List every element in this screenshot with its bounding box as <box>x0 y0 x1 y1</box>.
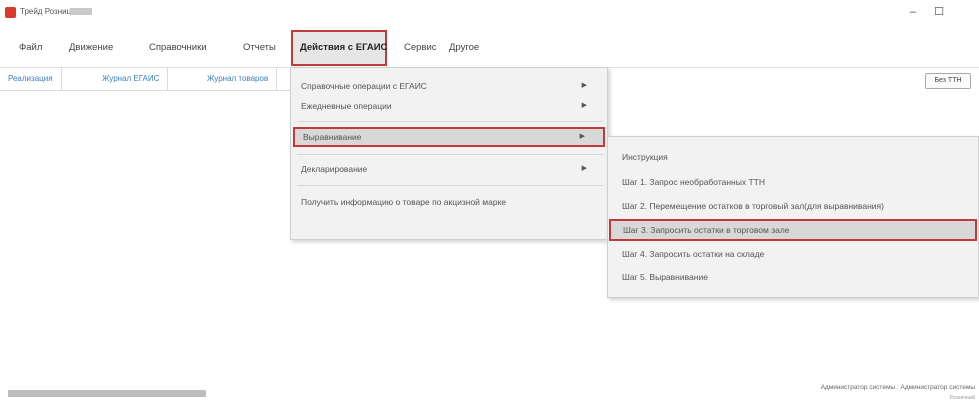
dropdown-item-excise-info[interactable]: Получить информацию о товаре по акцизной… <box>291 192 607 212</box>
dropdown-item-label: Декларирование <box>301 164 368 174</box>
title-redacted <box>70 8 92 15</box>
dropdown-item-label: Ежедневные операции <box>301 101 392 111</box>
app-logo-icon <box>5 7 16 18</box>
status-user: Администратор системы : Администратор си… <box>820 384 975 391</box>
chevron-right-icon: ▶ <box>581 165 587 172</box>
chevron-right-icon: ▶ <box>579 133 585 140</box>
menu-directories[interactable]: Справочники <box>149 30 207 66</box>
dropdown-item-daily-ops[interactable]: Ежедневные операции ▶ <box>291 96 607 116</box>
egais-dropdown-menu: Справочные операции с ЕГАИС ▶ Ежедневные… <box>290 67 608 240</box>
chevron-right-icon: ▶ <box>581 82 587 89</box>
tab-divider <box>0 90 290 91</box>
menu-movement[interactable]: Движение <box>69 30 113 66</box>
tab-egais-journal[interactable]: Журнал ЕГАИС <box>94 68 169 90</box>
menu-separator <box>297 185 603 186</box>
dropdown-item-label: Выравнивание <box>303 132 362 142</box>
tab-sales[interactable]: Реализация <box>0 68 62 90</box>
dropdown-item-alignment[interactable]: Выравнивание ▶ <box>293 127 605 147</box>
alignment-submenu: Инструкция Шаг 1. Запрос необработанных … <box>607 136 979 298</box>
dropdown-item-label: Справочные операции с ЕГАИС <box>301 81 427 91</box>
horizontal-scrollbar[interactable] <box>8 390 206 397</box>
menu-separator <box>297 154 603 155</box>
tab-goods-journal[interactable]: Журнал товаров <box>199 68 278 90</box>
chevron-right-icon: ▶ <box>581 102 587 109</box>
no-ttn-button[interactable]: Без ТТН <box>925 73 971 89</box>
submenu-item-step-1[interactable]: Шаг 1. Запрос необработанных ТТН <box>608 171 978 193</box>
menu-separator <box>297 121 603 122</box>
submenu-item-step-2[interactable]: Шаг 2. Перемещение остатков в торговый з… <box>608 195 978 217</box>
menu-bar: Файл Движение Справочники Отчеты Действи… <box>0 30 979 66</box>
submenu-item-step-5[interactable]: Шаг 5. Выравнивание <box>608 266 978 288</box>
submenu-item-step-4[interactable]: Шаг 4. Запросить остатки на складе <box>608 243 978 265</box>
status-extra: Розничный <box>949 395 975 401</box>
maximize-button[interactable]: ☐ <box>928 4 950 20</box>
window-title: Трейд Розница <box>20 7 76 16</box>
submenu-item-step-3[interactable]: Шаг 3. Запросить остатки в торговом зале <box>609 219 977 241</box>
dropdown-item-declaration[interactable]: Декларирование ▶ <box>291 159 607 179</box>
submenu-item-instruction[interactable]: Инструкция <box>608 146 978 168</box>
menu-reports[interactable]: Отчеты <box>243 30 276 66</box>
menu-file[interactable]: Файл <box>19 30 42 66</box>
menu-egais-actions[interactable]: Действия с ЕГАИС <box>291 30 387 66</box>
minimize-button[interactable]: – <box>902 4 924 20</box>
dropdown-item-reference-ops[interactable]: Справочные операции с ЕГАИС ▶ <box>291 76 607 96</box>
menu-other[interactable]: Другое <box>449 30 479 66</box>
menu-service[interactable]: Сервис <box>404 30 437 66</box>
title-bar: Трейд Розница – ☐ <box>0 0 979 26</box>
